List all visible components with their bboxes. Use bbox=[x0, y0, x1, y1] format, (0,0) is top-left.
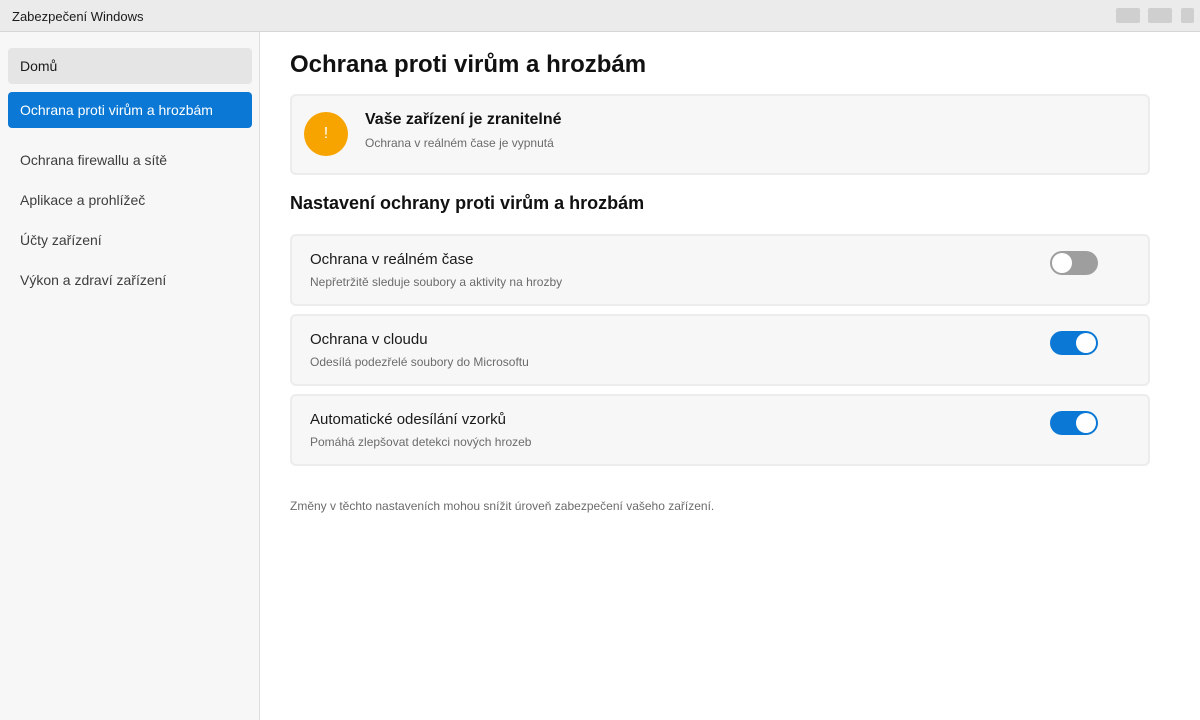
maximize-button[interactable] bbox=[1148, 8, 1172, 23]
toggle-knob bbox=[1052, 253, 1072, 273]
setting-description: Nepřetržitě sleduje soubory a aktivity n… bbox=[310, 275, 563, 289]
setting-sample-submission: Automatické odesílání vzorků Pomáhá zlep… bbox=[290, 394, 1150, 466]
sidebar-item-home[interactable]: Domů bbox=[8, 48, 252, 84]
setting-cloud-protection: Ochrana v cloudu Odesílá podezřelé soubo… bbox=[290, 314, 1150, 386]
sidebar-item-app-browser[interactable]: Aplikace a prohlížeč bbox=[8, 182, 252, 218]
sidebar-item-device-health[interactable]: Výkon a zdraví zařízení bbox=[8, 262, 252, 298]
minimize-button[interactable] bbox=[1116, 8, 1140, 23]
sidebar-item-accounts[interactable]: Účty zařízení bbox=[8, 222, 252, 258]
page-title: Ochrana proti virům a hrozbám bbox=[290, 51, 647, 78]
sidebar-item-firewall[interactable]: Ochrana firewallu a sítě bbox=[8, 142, 252, 178]
status-alert-card: ! Vaše zařízení je zranitelné Ochrana v … bbox=[290, 94, 1150, 175]
footer-note: Změny v těchto nastaveních mohou snížit … bbox=[290, 499, 715, 513]
title-bar: Zabezpečení Windows bbox=[0, 0, 1200, 32]
alert-subtitle: Ochrana v reálném čase je vypnutá bbox=[365, 136, 554, 150]
close-button[interactable] bbox=[1181, 8, 1194, 23]
setting-title: Ochrana v cloudu bbox=[310, 331, 428, 348]
sidebar-item-virus-protection[interactable]: Ochrana proti virům a hrozbám bbox=[8, 92, 252, 128]
setting-description: Odesílá podezřelé soubory do Microsoftu bbox=[310, 355, 529, 369]
warning-icon: ! bbox=[304, 112, 348, 156]
alert-title: Vaše zařízení je zranitelné bbox=[365, 111, 562, 128]
sidebar: Domů Ochrana proti virům a hrozbám Ochra… bbox=[0, 32, 260, 720]
realtime-protection-toggle[interactable] bbox=[1050, 251, 1098, 275]
toggle-knob bbox=[1076, 413, 1096, 433]
setting-title: Ochrana v reálném čase bbox=[310, 251, 474, 268]
sample-submission-toggle[interactable] bbox=[1050, 411, 1098, 435]
window-title: Zabezpečení Windows bbox=[12, 9, 144, 24]
setting-description: Pomáhá zlepšovat detekci nových hrozeb bbox=[310, 435, 532, 449]
setting-title: Automatické odesílání vzorků bbox=[310, 411, 506, 428]
toggle-knob bbox=[1076, 333, 1096, 353]
cloud-protection-toggle[interactable] bbox=[1050, 331, 1098, 355]
main-content: Ochrana proti virům a hrozbám ! Vaše zař… bbox=[260, 32, 1200, 720]
settings-section-title: Nastavení ochrany proti virům a hrozbám bbox=[290, 193, 645, 213]
setting-realtime-protection: Ochrana v reálném čase Nepřetržitě sledu… bbox=[290, 234, 1150, 306]
